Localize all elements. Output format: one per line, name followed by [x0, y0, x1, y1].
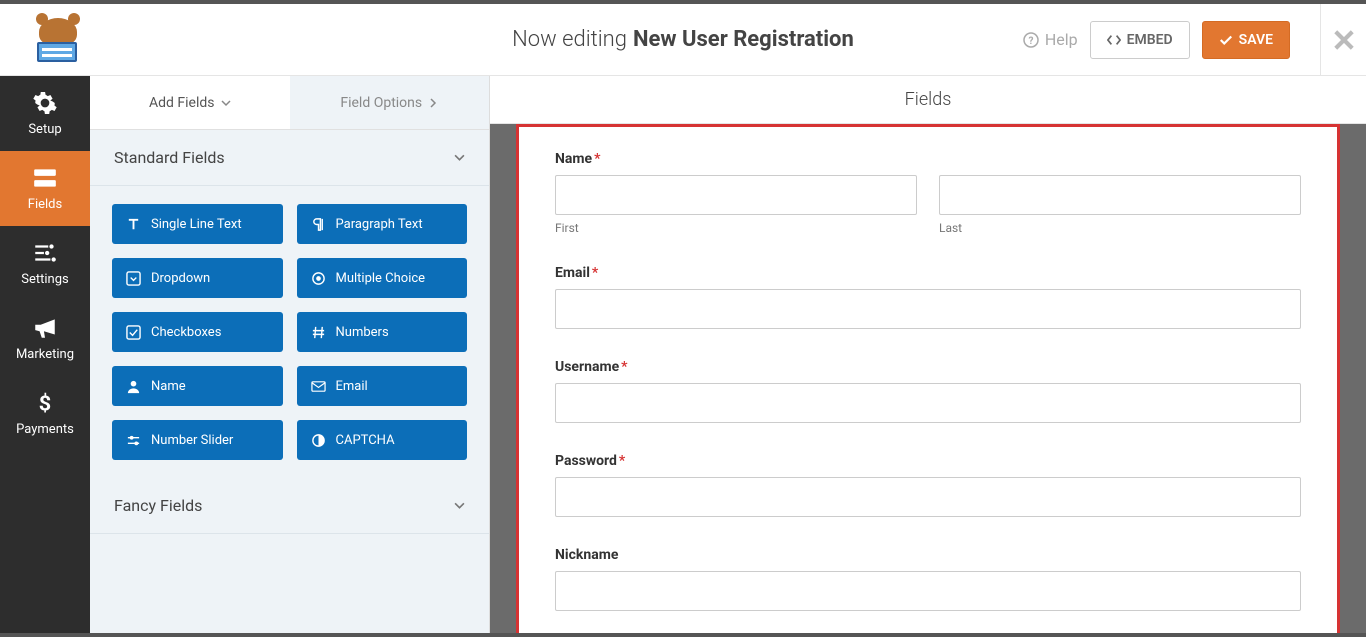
- brand-logo: [24, 14, 90, 66]
- left-nav: Setup Fields Settings Marketing $ Paymen…: [0, 76, 90, 633]
- field-name[interactable]: Name: [112, 366, 283, 406]
- field-multiple-choice[interactable]: Multiple Choice: [297, 258, 468, 298]
- nav-payments-label: Payments: [16, 422, 74, 437]
- nav-fields-label: Fields: [28, 197, 62, 212]
- field-email[interactable]: Email: [297, 366, 468, 406]
- nav-payments[interactable]: $ Payments: [0, 376, 90, 451]
- slider-icon: [126, 433, 141, 448]
- help-link[interactable]: ? Help: [1023, 30, 1078, 49]
- section-standard-label: Standard Fields: [114, 148, 225, 167]
- first-name-input[interactable]: [555, 175, 917, 215]
- text-icon: [126, 217, 141, 232]
- page-title: Now editing New User Registration: [512, 27, 854, 52]
- save-button[interactable]: SAVE: [1202, 21, 1290, 59]
- password-label: Password*: [555, 453, 1301, 469]
- close-icon: [1333, 29, 1355, 51]
- field-single-line-text[interactable]: Single Line Text: [112, 204, 283, 244]
- section-fancy-fields[interactable]: Fancy Fields: [90, 478, 489, 534]
- field-captcha[interactable]: CAPTCHA: [297, 420, 468, 460]
- tab-add-fields[interactable]: Add Fields: [90, 76, 290, 129]
- save-label: SAVE: [1239, 32, 1273, 48]
- field-checkboxes[interactable]: Checkboxes: [112, 312, 283, 352]
- svg-text:?: ?: [1028, 36, 1033, 47]
- bullhorn-icon: [32, 315, 58, 341]
- fields-icon: [32, 165, 58, 191]
- preview-canvas-scroll[interactable]: Name* First Last: [490, 124, 1366, 633]
- nav-settings-label: Settings: [21, 272, 68, 287]
- chevron-right-icon: [428, 98, 438, 108]
- selected-fields-highlight: Name* First Last: [516, 124, 1340, 633]
- preview-title: Fields: [490, 76, 1366, 124]
- nav-settings[interactable]: Settings: [0, 226, 90, 301]
- top-header: Now editing New User Registration ? Help…: [0, 4, 1366, 76]
- username-input[interactable]: [555, 383, 1301, 423]
- check-icon: [1219, 33, 1233, 47]
- email-label: Email*: [555, 265, 1301, 281]
- check-square-icon: [126, 325, 141, 340]
- side-panel: Add Fields Field Options Standard Fields…: [90, 76, 490, 633]
- field-dropdown[interactable]: Dropdown: [112, 258, 283, 298]
- nav-marketing[interactable]: Marketing: [0, 301, 90, 376]
- tab-field-options[interactable]: Field Options: [290, 76, 490, 129]
- first-sublabel: First: [555, 221, 917, 235]
- last-name-input[interactable]: [939, 175, 1301, 215]
- user-icon: [126, 379, 141, 394]
- nickname-input[interactable]: [555, 571, 1301, 611]
- editing-prefix: Now editing: [512, 27, 627, 52]
- nav-marketing-label: Marketing: [16, 347, 74, 362]
- caret-square-icon: [126, 271, 141, 286]
- required-asterisk: *: [592, 265, 598, 281]
- field-nickname-row[interactable]: Nickname: [555, 547, 1301, 611]
- field-email-row[interactable]: Email*: [555, 265, 1301, 329]
- nav-fields[interactable]: Fields: [0, 151, 90, 226]
- field-password-row[interactable]: Password*: [555, 453, 1301, 517]
- last-sublabel: Last: [939, 221, 1301, 235]
- form-canvas: Name* First Last: [516, 124, 1340, 633]
- chevron-down-icon: [454, 500, 465, 511]
- tab-field-options-label: Field Options: [340, 95, 422, 111]
- field-username-row[interactable]: Username*: [555, 359, 1301, 423]
- envelope-icon: [311, 379, 326, 394]
- nickname-label: Nickname: [555, 547, 1301, 563]
- close-button[interactable]: [1320, 4, 1366, 76]
- preview-area: Fields Name* First: [490, 76, 1366, 633]
- form-name: New User Registration: [633, 27, 854, 52]
- hash-icon: [311, 325, 326, 340]
- dollar-icon: $: [32, 390, 58, 416]
- password-input[interactable]: [555, 477, 1301, 517]
- paragraph-icon: [311, 217, 326, 232]
- field-paragraph-text[interactable]: Paragraph Text: [297, 204, 468, 244]
- chevron-down-icon: [221, 98, 231, 108]
- section-standard-fields[interactable]: Standard Fields: [90, 130, 489, 186]
- required-asterisk: *: [621, 359, 627, 375]
- bear-logo-icon: [31, 14, 83, 66]
- sliders-icon: [32, 240, 58, 266]
- embed-button[interactable]: EMBED: [1090, 21, 1190, 59]
- required-asterisk: *: [619, 453, 625, 469]
- nav-setup[interactable]: Setup: [0, 76, 90, 151]
- shield-icon: [311, 433, 326, 448]
- svg-text:$: $: [39, 392, 51, 416]
- tab-add-fields-label: Add Fields: [149, 95, 215, 111]
- help-icon: ?: [1023, 32, 1039, 48]
- gear-icon: [32, 90, 58, 116]
- section-fancy-label: Fancy Fields: [114, 496, 202, 515]
- field-numbers[interactable]: Numbers: [297, 312, 468, 352]
- embed-label: EMBED: [1127, 32, 1173, 48]
- field-number-slider[interactable]: Number Slider: [112, 420, 283, 460]
- username-label: Username*: [555, 359, 1301, 375]
- email-input[interactable]: [555, 289, 1301, 329]
- fields-scroll-area[interactable]: Standard Fields Single Line Text Paragra…: [90, 130, 489, 633]
- help-label: Help: [1045, 30, 1078, 49]
- radio-icon: [311, 271, 326, 286]
- field-name-row[interactable]: Name* First Last: [555, 151, 1301, 235]
- required-asterisk: *: [594, 151, 600, 167]
- name-label: Name*: [555, 151, 1301, 167]
- nav-setup-label: Setup: [28, 122, 61, 137]
- code-icon: [1107, 33, 1121, 47]
- chevron-down-icon: [454, 152, 465, 163]
